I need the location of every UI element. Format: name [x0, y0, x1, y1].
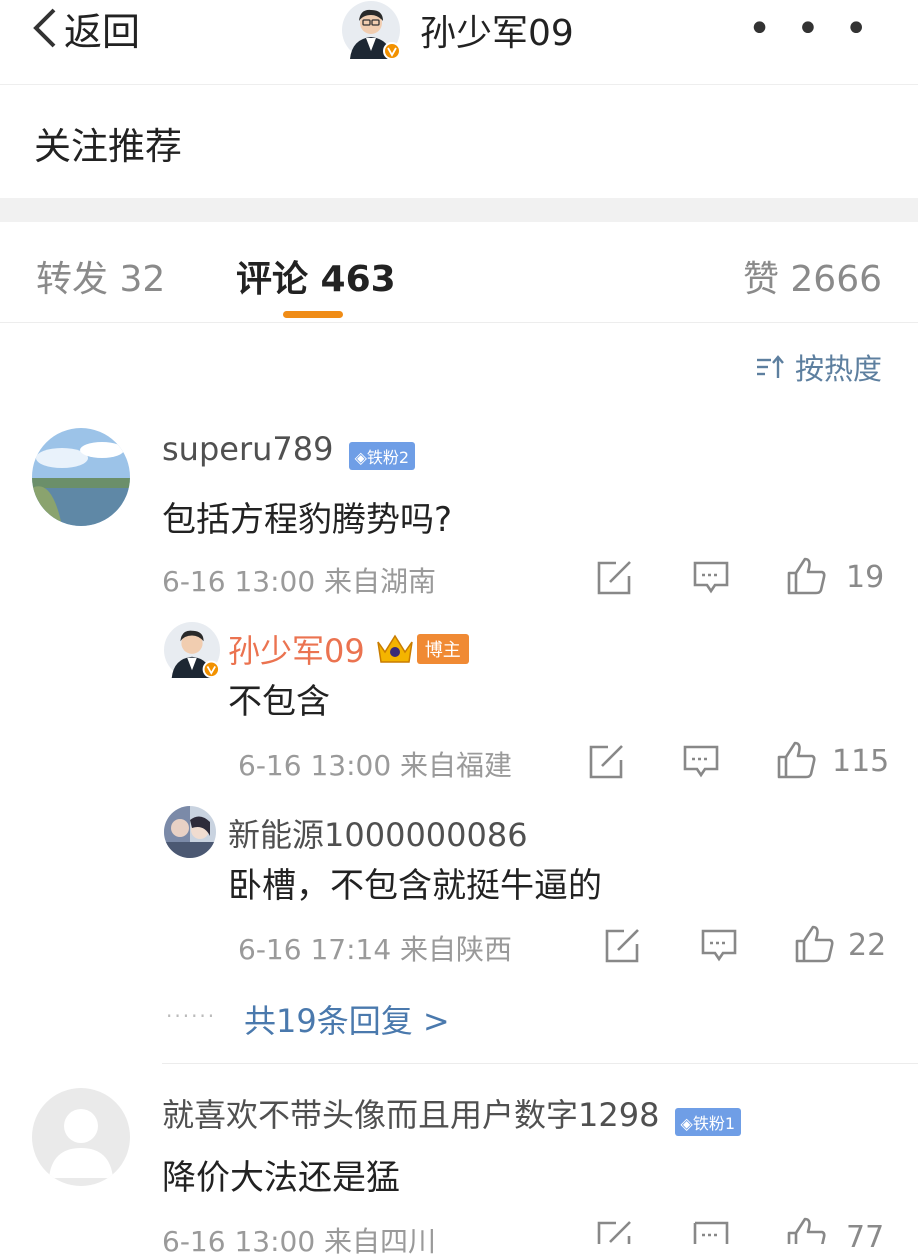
- share-icon[interactable]: [596, 1220, 634, 1244]
- fan-badge: ◈铁粉2: [348, 441, 416, 470]
- reply-header: 孙少军09 博主: [228, 626, 469, 672]
- like-icon[interactable]: [786, 556, 828, 596]
- avatar[interactable]: [164, 806, 216, 858]
- crown-icon: [376, 634, 413, 663]
- follow-recommend[interactable]: 关注推荐: [34, 116, 182, 170]
- default-avatar[interactable]: [32, 1088, 130, 1186]
- tab-reposts[interactable]: 转发 32: [36, 250, 165, 302]
- comment-header: superu789 ◈铁粉2: [162, 430, 416, 470]
- sort-label: 按热度: [794, 352, 882, 386]
- comment-header: 就喜欢不带头像而且用户数字1298 ◈铁粉1: [162, 1090, 742, 1136]
- reply-connector: ······: [166, 1004, 217, 1028]
- active-tab-indicator: [283, 311, 343, 318]
- sort-icon: [756, 355, 784, 378]
- comment-icon[interactable]: [692, 560, 730, 596]
- sort-button[interactable]: 按热度: [755, 346, 882, 388]
- comment-icon[interactable]: [682, 744, 720, 780]
- comment-icon[interactable]: [700, 928, 738, 964]
- back-label: 返回: [64, 9, 141, 54]
- reply-username[interactable]: 新能源1000000086: [228, 810, 528, 856]
- like-count: 22: [848, 928, 887, 963]
- tabs-divider: [0, 322, 918, 323]
- like-icon[interactable]: [776, 740, 818, 780]
- comment-meta: 6-16 13:00 来自湖南: [162, 565, 437, 598]
- more-replies-link[interactable]: 共19条回复 >: [244, 996, 450, 1042]
- like-icon[interactable]: [786, 1216, 828, 1244]
- reply-meta: 6-16 17:14 来自陕西: [238, 933, 513, 966]
- like-icon[interactable]: [794, 924, 836, 964]
- like-count: 19: [846, 560, 885, 595]
- avatar[interactable]: [164, 622, 220, 678]
- comment-username[interactable]: superu789: [162, 430, 333, 468]
- chevron-left-icon: [33, 8, 56, 48]
- tab-likes[interactable]: 赞 2666: [743, 250, 882, 302]
- comment-text: 包括方程豹腾势吗?: [162, 500, 453, 540]
- share-icon[interactable]: [588, 744, 626, 780]
- reply-meta: 6-16 13:00 来自福建: [238, 749, 513, 782]
- like-count: 115: [832, 744, 890, 779]
- comment-icon[interactable]: [692, 1220, 730, 1244]
- host-badge: 博主: [416, 634, 469, 664]
- header-user[interactable]: 孙少军09: [342, 0, 574, 60]
- avatar[interactable]: [32, 428, 130, 526]
- fan-badge: ◈铁粉1: [674, 1107, 742, 1136]
- back-button[interactable]: 返回: [28, 8, 140, 54]
- reply-text: 卧槽，不包含就挺牛逼的: [228, 866, 602, 906]
- comment-divider: [162, 1063, 918, 1064]
- more-button[interactable]: • • •: [748, 6, 874, 52]
- tab-comments[interactable]: 评论 463: [236, 250, 396, 302]
- share-icon[interactable]: [596, 560, 634, 596]
- comment-text: 降价大法还是猛: [162, 1158, 400, 1198]
- comment-meta: 6-16 13:00 来自四川: [162, 1225, 437, 1258]
- share-icon[interactable]: [604, 928, 642, 964]
- reply-username[interactable]: 孙少军09: [228, 626, 365, 672]
- header-username: 孙少军09: [420, 13, 574, 54]
- section-separator: [0, 198, 918, 222]
- comment-username[interactable]: 就喜欢不带头像而且用户数字1298: [162, 1096, 659, 1134]
- like-count: 77: [846, 1220, 885, 1255]
- reply-text: 不包含: [228, 682, 330, 722]
- avatar[interactable]: [342, 1, 401, 60]
